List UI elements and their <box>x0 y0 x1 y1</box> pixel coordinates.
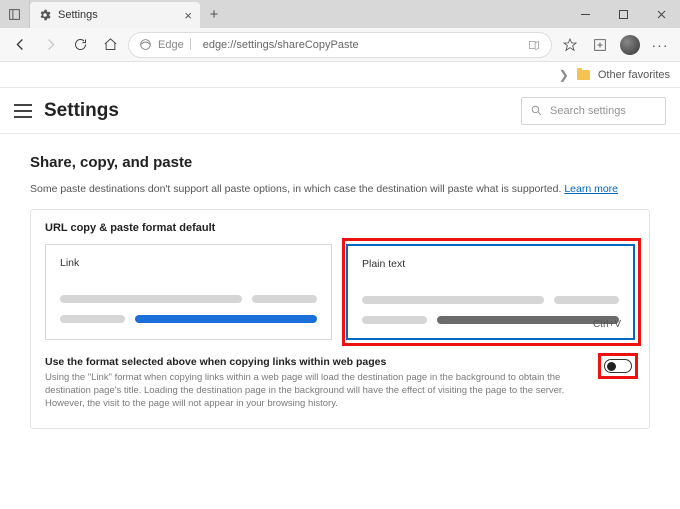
avatar <box>620 35 640 55</box>
favorites-bar: ❯ Other favorites <box>0 62 680 88</box>
menu-icon[interactable] <box>14 104 32 118</box>
shortcut-label: Ctrl+V <box>593 319 621 330</box>
settings-title: Settings <box>44 100 119 122</box>
preview-skeleton <box>362 296 619 324</box>
close-window-button[interactable] <box>642 0 680 28</box>
preview-skeleton <box>60 295 317 323</box>
page-description: Some paste destinations don't support al… <box>30 183 650 195</box>
home-button[interactable] <box>98 33 122 57</box>
collections-button[interactable] <box>588 33 612 57</box>
other-favorites-link[interactable]: Other favorites <box>598 69 670 81</box>
refresh-button[interactable] <box>68 33 92 57</box>
reading-icon[interactable] <box>527 38 541 52</box>
forward-button[interactable] <box>38 33 62 57</box>
settings-header: Settings Search settings <box>0 88 680 134</box>
maximize-button[interactable] <box>604 0 642 28</box>
toggle-wrap <box>601 356 635 376</box>
tab-actions-button[interactable] <box>0 0 30 28</box>
settings-card: URL copy & paste format default Link Pla… <box>30 209 650 429</box>
option-plain-text[interactable]: Plain text Ctrl+V <box>346 244 635 340</box>
learn-more-link[interactable]: Learn more <box>564 183 618 195</box>
search-icon <box>530 104 543 117</box>
page-title: Share, copy, and paste <box>30 154 650 171</box>
browser-toolbar: Edge edge://settings/shareCopyPaste ··· <box>0 28 680 62</box>
toggle-description: Using the "Link" format when copying lin… <box>45 372 591 410</box>
minimize-button[interactable] <box>566 0 604 28</box>
new-tab-button[interactable]: + <box>200 0 228 28</box>
address-url: edge://settings/shareCopyPaste <box>203 39 359 51</box>
profile-button[interactable] <box>618 33 642 57</box>
window-titlebar: Settings × + <box>0 0 680 28</box>
chevron-right-icon[interactable]: ❯ <box>559 68 569 82</box>
format-toggle[interactable] <box>604 359 632 373</box>
folder-icon <box>577 70 590 80</box>
toggle-label: Use the format selected above when copyi… <box>45 356 591 368</box>
tab-strip: Settings × + <box>0 0 228 28</box>
address-prefix: Edge <box>158 38 197 51</box>
menu-button[interactable]: ··· <box>648 33 672 57</box>
option-plain-label: Plain text <box>362 258 619 270</box>
section-title: URL copy & paste format default <box>45 222 635 234</box>
tab-title: Settings <box>58 9 98 21</box>
tab-settings[interactable]: Settings × <box>30 2 200 28</box>
search-placeholder: Search settings <box>550 105 626 117</box>
settings-content: Share, copy, and paste Some paste destin… <box>0 134 680 449</box>
format-options: Link Plain text Ctrl+V <box>45 244 635 340</box>
option-link-label: Link <box>60 257 317 269</box>
toggle-setting-row: Use the format selected above when copyi… <box>45 356 635 410</box>
window-controls <box>566 0 680 28</box>
option-link[interactable]: Link <box>45 244 332 340</box>
address-bar[interactable]: Edge edge://settings/shareCopyPaste <box>128 32 552 58</box>
close-icon[interactable]: × <box>184 8 192 23</box>
back-button[interactable] <box>8 33 32 57</box>
edge-icon <box>139 38 152 51</box>
gear-icon <box>38 8 52 22</box>
favorites-button[interactable] <box>558 33 582 57</box>
search-input[interactable]: Search settings <box>521 97 666 125</box>
